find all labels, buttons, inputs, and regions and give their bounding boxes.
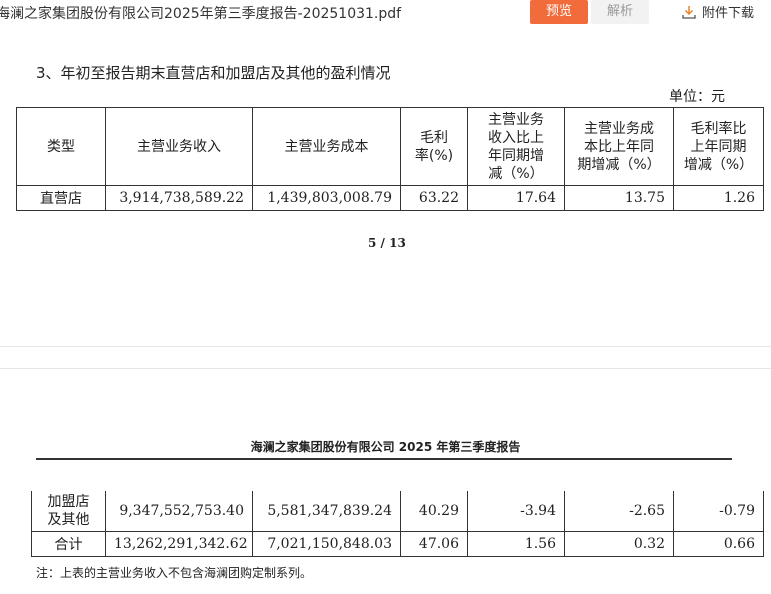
header-margin-change: 毛利率比 上年同期 增减（%） (673, 107, 764, 186)
section-heading: 3、年初至报告期末直营店和加盟店及其他的盈利情况 (36, 64, 391, 82)
header-gross-margin: 毛利 率(%) (400, 107, 468, 186)
page-number: 5 / 13 (368, 236, 406, 250)
table-note: 注：上表的主营业务收入不包含海澜团购定制系列。 (36, 566, 313, 580)
cell-revenue-change: -3.94 (467, 491, 565, 532)
page-header-rule (36, 458, 732, 460)
cell-type: 合计 (31, 530, 106, 557)
cell-gross-margin: 63.22 (400, 185, 468, 211)
cell-revenue: 3,914,738,589.22 (105, 185, 253, 211)
cell-cost-change: 13.75 (564, 185, 674, 211)
header-revenue-change-text: 主营业务 收入比上 年同期增 减（%） (488, 111, 544, 182)
cell-type-line: 及其他 (47, 511, 90, 528)
header-margin-change-text: 毛利率比 上年同期 增减（%） (683, 120, 754, 173)
table-row: 合计 13,262,291,342.62 7,021,150,848.03 47… (31, 530, 764, 557)
cell-margin-change: -0.79 (673, 491, 764, 532)
cell-revenue: 9,347,552,753.40 (105, 491, 253, 532)
cell-cost: 5,581,347,839.24 (252, 491, 401, 532)
header-revenue: 主营业务收入 (105, 107, 253, 186)
profit-table-top: 类型 主营业务收入 主营业务成本 毛利 率(%) 主营业务 收入比上 年同期增 … (16, 107, 764, 211)
page-divider (0, 346, 771, 347)
profit-table-bottom: 加盟店 及其他 9,347,552,753.40 5,581,347,839.2… (31, 491, 764, 557)
header-revenue-change: 主营业务 收入比上 年同期增 减（%） (467, 107, 565, 186)
cell-revenue-change: 1.56 (467, 530, 565, 557)
cell-gross-margin: 47.06 (400, 530, 468, 557)
cell-revenue-change: 17.64 (467, 185, 565, 211)
download-label: 附件下载 (702, 6, 755, 21)
cell-cost-change: -2.65 (564, 491, 674, 532)
header-gross-margin-text: 毛利 率(%) (414, 129, 454, 164)
cell-gross-margin: 40.29 (400, 491, 468, 532)
header-cost: 主营业务成本 (252, 107, 401, 186)
cell-type: 直营店 (16, 185, 106, 211)
cell-type-line: 加盟店 (47, 493, 90, 510)
download-attachment-button[interactable]: 附件下载 (682, 2, 754, 21)
header-cost-change-text: 主营业务成 本比上年同 期增减（%） (577, 120, 661, 173)
page-divider (0, 368, 771, 369)
table-row: 直营店 3,914,738,589.22 1,439,803,008.79 63… (16, 185, 764, 211)
cell-margin-change: 1.26 (673, 185, 764, 211)
parse-button[interactable]: 解析 (591, 0, 649, 24)
table-header-row: 类型 主营业务收入 主营业务成本 毛利 率(%) 主营业务 收入比上 年同期增 … (16, 107, 764, 186)
file-title: 海澜之家集团股份有限公司2025年第三季度报告-20251031.pdf (0, 6, 402, 22)
cell-revenue: 13,262,291,342.62 (105, 530, 253, 557)
page-header: 海澜之家集团股份有限公司 2025 年第三季度报告 (250, 440, 521, 454)
preview-button[interactable]: 预览 (530, 0, 588, 24)
header-type: 类型 (16, 107, 106, 186)
cell-margin-change: 0.66 (673, 530, 764, 557)
cell-cost: 1,439,803,008.79 (252, 185, 401, 211)
download-icon (682, 6, 696, 19)
cell-cost: 7,021,150,848.03 (252, 530, 401, 557)
top-bar: 海澜之家集团股份有限公司2025年第三季度报告-20251031.pdf 预览 … (0, 0, 771, 28)
cell-cost-change: 0.32 (564, 530, 674, 557)
cell-type: 加盟店 及其他 (31, 491, 106, 532)
table-row: 加盟店 及其他 9,347,552,753.40 5,581,347,839.2… (31, 491, 764, 532)
unit-label: 单位：元 (669, 89, 725, 105)
header-cost-change: 主营业务成 本比上年同 期增减（%） (564, 107, 674, 186)
